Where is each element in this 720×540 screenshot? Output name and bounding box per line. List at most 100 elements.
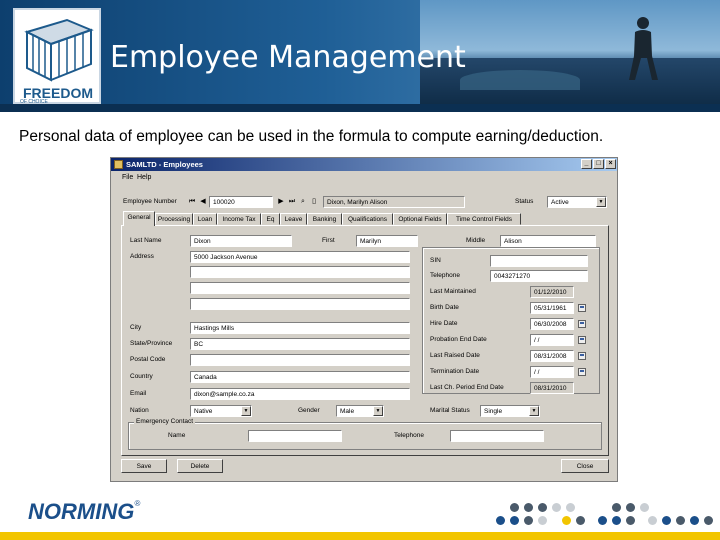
chevron-down-icon: ▼	[529, 406, 539, 416]
maximize-button[interactable]: □	[593, 159, 604, 169]
emergency-contact-title: Emergency Contact	[134, 418, 196, 425]
employee-number-input[interactable]: 100020	[209, 196, 273, 208]
chevron-down-icon: ▼	[241, 406, 251, 416]
save-button[interactable]: Save	[121, 459, 167, 473]
first-record-icon[interactable]: ⏮	[187, 196, 197, 207]
slide-caption: Personal data of employee can be used in…	[19, 128, 604, 145]
last-maintained-field: 01/12/2010	[530, 286, 574, 298]
birth-date-input[interactable]: 05/31/1961	[530, 302, 574, 314]
dot	[510, 503, 519, 512]
previous-record-icon[interactable]: ◀	[198, 196, 208, 207]
tab-income-tax[interactable]: Income Tax	[217, 213, 261, 225]
emergency-name-label: Name	[168, 432, 186, 439]
state-label: State/Province	[130, 340, 173, 347]
last-name-input[interactable]: Dixon	[190, 235, 292, 247]
tab-loan[interactable]: Loan	[193, 213, 217, 225]
sin-input[interactable]	[490, 255, 588, 267]
tab-optional-fields[interactable]: Optional Fields	[393, 213, 447, 225]
address-line-3-input[interactable]	[190, 282, 410, 294]
cage-icon	[24, 18, 94, 82]
middle-name-label: Middle	[466, 237, 486, 244]
country-input[interactable]: Canada	[190, 371, 410, 383]
gender-label: Gender	[298, 407, 320, 414]
tab-banking[interactable]: Banking	[307, 213, 342, 225]
dot	[648, 516, 657, 525]
state-input[interactable]: BC	[190, 338, 410, 350]
menu-bar: File Help	[111, 172, 617, 183]
tab-eq[interactable]: Eq	[261, 213, 280, 225]
marital-status-dropdown[interactable]: Single ▼	[480, 405, 540, 417]
calendar-icon[interactable]	[578, 320, 586, 328]
address-line-1-input[interactable]: 5000 Jackson Avenue	[190, 251, 410, 263]
last-record-icon[interactable]: ⏭	[287, 196, 297, 207]
postal-code-input[interactable]	[190, 354, 410, 366]
dot	[612, 516, 621, 525]
menu-help[interactable]: Help	[137, 174, 151, 181]
dot	[626, 516, 635, 525]
emergency-telephone-input[interactable]	[450, 430, 544, 442]
norming-logo-text: NORMING	[28, 499, 135, 524]
termination-date-label: Termination Date	[430, 368, 480, 375]
tab-leave[interactable]: Leave	[280, 213, 307, 225]
dot	[538, 516, 547, 525]
window-title: SAMLTD - Employees	[126, 160, 203, 169]
dot	[662, 516, 671, 525]
dot	[640, 503, 649, 512]
tab-qualifications[interactable]: Qualifications	[342, 213, 393, 225]
nation-value: Native	[194, 408, 213, 415]
minimize-button[interactable]: _	[581, 159, 592, 169]
dot	[626, 503, 635, 512]
probation-end-date-label: Probation End Date	[430, 336, 487, 343]
emergency-name-input[interactable]	[248, 430, 342, 442]
employee-number-label: Employee Number	[123, 198, 177, 205]
last-raised-date-label: Last Raised Date	[430, 352, 480, 359]
marital-status-value: Single	[484, 408, 503, 415]
gender-dropdown[interactable]: Male ▼	[336, 405, 384, 417]
telephone-label: Telephone	[430, 272, 460, 279]
close-window-button[interactable]: ×	[605, 159, 616, 169]
marital-status-label: Marital Status	[430, 407, 470, 414]
dot	[576, 516, 585, 525]
calendar-icon[interactable]	[578, 304, 586, 312]
dot	[612, 503, 621, 512]
sin-label: SIN	[430, 257, 441, 264]
probation-end-date-input[interactable]: / /	[530, 334, 574, 346]
dot	[598, 516, 607, 525]
registered-mark: ®	[134, 499, 141, 508]
address-label: Address	[130, 253, 154, 260]
telephone-input[interactable]: 0043271270	[490, 270, 588, 282]
search-icon[interactable]: ⌕	[298, 196, 308, 207]
header-photo-island	[460, 70, 580, 90]
hire-date-input[interactable]: 06/30/2008	[530, 318, 574, 330]
close-button[interactable]: Close	[561, 459, 609, 473]
email-input[interactable]: dixon@sample.co.za	[190, 388, 410, 400]
menu-file[interactable]: File	[122, 174, 133, 181]
tab-general[interactable]: General	[123, 211, 155, 226]
first-name-input[interactable]: Marilyn	[356, 235, 418, 247]
window-titlebar[interactable]: SAMLTD - Employees _ □ ×	[111, 158, 617, 171]
next-record-icon[interactable]: ▶	[276, 196, 286, 207]
dot	[704, 516, 713, 525]
address-line-4-input[interactable]	[190, 298, 410, 310]
employees-window: SAMLTD - Employees _ □ × File Help Emplo…	[110, 157, 618, 482]
termination-date-input[interactable]: / /	[530, 366, 574, 378]
status-value: Active	[551, 199, 569, 206]
calendar-icon[interactable]	[578, 352, 586, 360]
delete-button[interactable]: Delete	[177, 459, 223, 473]
nation-dropdown[interactable]: Native ▼	[190, 405, 252, 417]
slide-title: Employee Management	[110, 40, 466, 75]
calendar-icon[interactable]	[578, 368, 586, 376]
calendar-icon[interactable]	[578, 336, 586, 344]
address-line-2-input[interactable]	[190, 266, 410, 278]
middle-name-input[interactable]: Alison	[500, 235, 596, 247]
status-dropdown[interactable]: Active ▼	[547, 196, 607, 208]
dot	[510, 516, 519, 525]
city-input[interactable]: Hastings Mills	[190, 322, 410, 334]
birth-date-label: Birth Date	[430, 304, 459, 311]
chevron-down-icon: ▼	[596, 197, 606, 207]
tab-processing[interactable]: Processing	[155, 213, 193, 225]
logo-subtext: OF CHOICE	[20, 99, 48, 105]
tab-time-control-fields[interactable]: Time Control Fields	[447, 213, 521, 225]
new-record-icon[interactable]: ▯	[309, 196, 319, 207]
last-raised-date-input[interactable]: 08/31/2008	[530, 350, 574, 362]
